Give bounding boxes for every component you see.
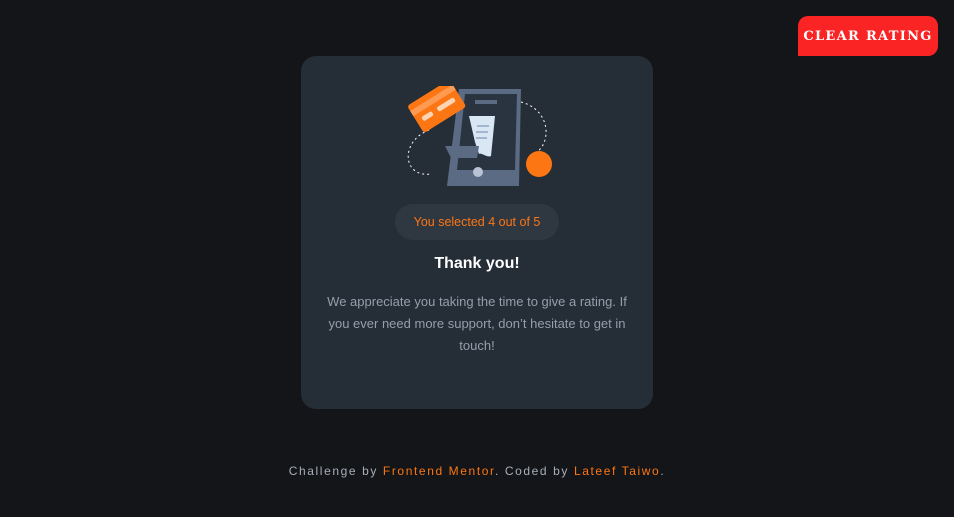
clear-rating-button[interactable]: CLEAR RATING [798, 16, 938, 56]
author-link[interactable]: Lateef Taiwo [574, 464, 660, 478]
frontend-mentor-link[interactable]: Frontend Mentor [383, 464, 495, 478]
phone-receipt-illustration [407, 86, 552, 186]
footer-suffix: . [660, 464, 666, 478]
attribution-footer: Challenge by Frontend Mentor. Coded by L… [0, 464, 954, 478]
selection-badge: You selected 4 out of 5 [395, 204, 559, 240]
thank-you-title: Thank you! [434, 255, 520, 272]
thank-you-card: You selected 4 out of 5 Thank you! We ap… [301, 56, 653, 409]
footer-middle: . Coded by [494, 464, 574, 478]
selection-text: You selected 4 out of 5 [413, 215, 541, 229]
footer-prefix: Challenge by [288, 464, 383, 478]
page: CLEAR RATING You selected 4 out of 5 Tha… [0, 0, 954, 517]
thank-you-message: We appreciate you taking the time to giv… [327, 294, 627, 353]
